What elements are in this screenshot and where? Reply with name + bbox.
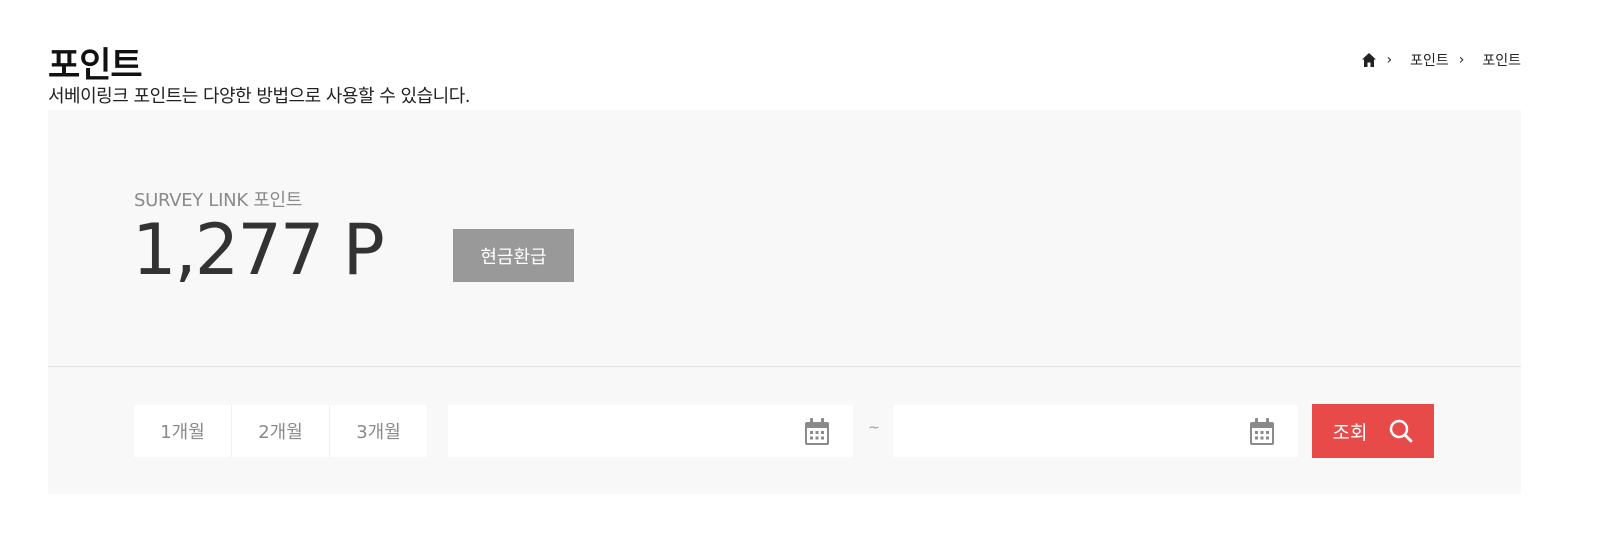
breadcrumb-separator: ›	[1458, 52, 1465, 68]
period-tab-2-months[interactable]: 2개월	[232, 405, 330, 457]
page-title: 포인트	[48, 46, 143, 86]
points-value: 1,277 P	[132, 209, 385, 291]
home-icon[interactable]	[1361, 52, 1377, 68]
start-date-field	[448, 405, 853, 457]
period-tab-3-months[interactable]: 3개월	[330, 405, 427, 457]
end-date-field	[893, 405, 1298, 457]
breadcrumb-item-point-current[interactable]: 포인트	[1482, 50, 1521, 70]
end-date-input[interactable]	[893, 405, 1251, 457]
search-button[interactable]: 조회	[1312, 404, 1434, 458]
start-date-input[interactable]	[448, 405, 806, 457]
divider	[48, 366, 1521, 367]
breadcrumb: › 포인트 › 포인트	[1361, 48, 1521, 72]
breadcrumb-item-point[interactable]: 포인트	[1410, 50, 1449, 70]
search-icon	[1389, 419, 1413, 443]
search-button-label: 조회	[1332, 421, 1368, 444]
period-tabs: 1개월 2개월 3개월	[134, 405, 427, 457]
calendar-icon[interactable]	[1248, 417, 1276, 451]
page-subtitle: 서베이링크 포인트는 다양한 방법으로 사용할 수 있습니다.	[48, 86, 471, 107]
date-range-separator: ~	[868, 420, 880, 436]
points-panel: SURVEY LINK 포인트 1,277 P 현금환급 1개월 2개월 3개월…	[48, 110, 1521, 494]
period-tab-1-month[interactable]: 1개월	[134, 405, 232, 457]
breadcrumb-separator: ›	[1386, 52, 1393, 68]
calendar-icon[interactable]	[803, 417, 831, 451]
cash-refund-button[interactable]: 현금환급	[453, 229, 574, 282]
